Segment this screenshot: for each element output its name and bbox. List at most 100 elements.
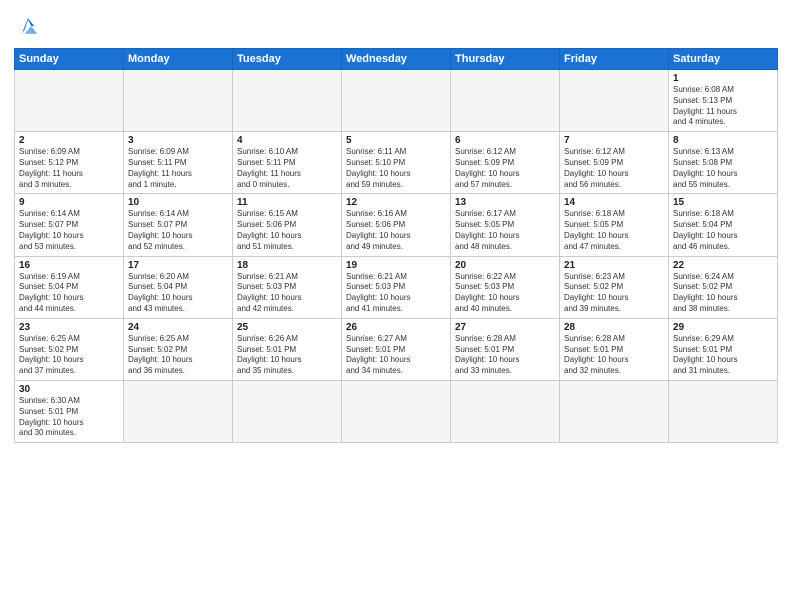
cell-info: Sunrise: 6:16 AM Sunset: 5:06 PM Dayligh… — [346, 209, 446, 252]
calendar-row: 2Sunrise: 6:09 AM Sunset: 5:12 PM Daylig… — [15, 132, 778, 194]
logo-icon — [14, 12, 42, 40]
cell-info: Sunrise: 6:21 AM Sunset: 5:03 PM Dayligh… — [346, 272, 446, 315]
cell-info: Sunrise: 6:25 AM Sunset: 5:02 PM Dayligh… — [128, 334, 228, 377]
cell-info: Sunrise: 6:20 AM Sunset: 5:04 PM Dayligh… — [128, 272, 228, 315]
day-number: 14 — [564, 197, 664, 208]
cell-info: Sunrise: 6:29 AM Sunset: 5:01 PM Dayligh… — [673, 334, 773, 377]
day-number: 1 — [673, 73, 773, 84]
calendar-cell: 18Sunrise: 6:21 AM Sunset: 5:03 PM Dayli… — [233, 256, 342, 318]
calendar-day-header: Saturday — [669, 49, 778, 70]
day-number: 4 — [237, 135, 337, 146]
cell-info: Sunrise: 6:18 AM Sunset: 5:05 PM Dayligh… — [564, 209, 664, 252]
cell-info: Sunrise: 6:11 AM Sunset: 5:10 PM Dayligh… — [346, 147, 446, 190]
cell-info: Sunrise: 6:25 AM Sunset: 5:02 PM Dayligh… — [19, 334, 119, 377]
page: SundayMondayTuesdayWednesdayThursdayFrid… — [0, 0, 792, 612]
cell-info: Sunrise: 6:23 AM Sunset: 5:02 PM Dayligh… — [564, 272, 664, 315]
calendar-row: 16Sunrise: 6:19 AM Sunset: 5:04 PM Dayli… — [15, 256, 778, 318]
cell-info: Sunrise: 6:12 AM Sunset: 5:09 PM Dayligh… — [564, 147, 664, 190]
cell-info: Sunrise: 6:27 AM Sunset: 5:01 PM Dayligh… — [346, 334, 446, 377]
day-number: 21 — [564, 260, 664, 271]
calendar-cell — [233, 70, 342, 132]
day-number: 5 — [346, 135, 446, 146]
day-number: 19 — [346, 260, 446, 271]
day-number: 15 — [673, 197, 773, 208]
calendar-day-header: Friday — [560, 49, 669, 70]
calendar-cell — [124, 380, 233, 442]
cell-info: Sunrise: 6:13 AM Sunset: 5:08 PM Dayligh… — [673, 147, 773, 190]
calendar-cell: 8Sunrise: 6:13 AM Sunset: 5:08 PM Daylig… — [669, 132, 778, 194]
cell-info: Sunrise: 6:28 AM Sunset: 5:01 PM Dayligh… — [455, 334, 555, 377]
calendar-cell: 17Sunrise: 6:20 AM Sunset: 5:04 PM Dayli… — [124, 256, 233, 318]
calendar-cell: 9Sunrise: 6:14 AM Sunset: 5:07 PM Daylig… — [15, 194, 124, 256]
day-number: 2 — [19, 135, 119, 146]
calendar-cell: 23Sunrise: 6:25 AM Sunset: 5:02 PM Dayli… — [15, 318, 124, 380]
day-number: 11 — [237, 197, 337, 208]
cell-info: Sunrise: 6:28 AM Sunset: 5:01 PM Dayligh… — [564, 334, 664, 377]
calendar-cell: 16Sunrise: 6:19 AM Sunset: 5:04 PM Dayli… — [15, 256, 124, 318]
cell-info: Sunrise: 6:24 AM Sunset: 5:02 PM Dayligh… — [673, 272, 773, 315]
calendar-cell — [451, 70, 560, 132]
calendar-table: SundayMondayTuesdayWednesdayThursdayFrid… — [14, 48, 778, 443]
calendar-cell: 2Sunrise: 6:09 AM Sunset: 5:12 PM Daylig… — [15, 132, 124, 194]
cell-info: Sunrise: 6:21 AM Sunset: 5:03 PM Dayligh… — [237, 272, 337, 315]
cell-info: Sunrise: 6:19 AM Sunset: 5:04 PM Dayligh… — [19, 272, 119, 315]
calendar-cell: 4Sunrise: 6:10 AM Sunset: 5:11 PM Daylig… — [233, 132, 342, 194]
calendar-cell: 25Sunrise: 6:26 AM Sunset: 5:01 PM Dayli… — [233, 318, 342, 380]
day-number: 17 — [128, 260, 228, 271]
calendar-cell: 12Sunrise: 6:16 AM Sunset: 5:06 PM Dayli… — [342, 194, 451, 256]
calendar-cell: 24Sunrise: 6:25 AM Sunset: 5:02 PM Dayli… — [124, 318, 233, 380]
day-number: 9 — [19, 197, 119, 208]
day-number: 27 — [455, 322, 555, 333]
calendar-cell: 30Sunrise: 6:30 AM Sunset: 5:01 PM Dayli… — [15, 380, 124, 442]
calendar-day-header: Monday — [124, 49, 233, 70]
calendar-cell: 21Sunrise: 6:23 AM Sunset: 5:02 PM Dayli… — [560, 256, 669, 318]
cell-info: Sunrise: 6:30 AM Sunset: 5:01 PM Dayligh… — [19, 396, 119, 439]
day-number: 28 — [564, 322, 664, 333]
calendar-day-header: Thursday — [451, 49, 560, 70]
cell-info: Sunrise: 6:09 AM Sunset: 5:11 PM Dayligh… — [128, 147, 228, 190]
cell-info: Sunrise: 6:18 AM Sunset: 5:04 PM Dayligh… — [673, 209, 773, 252]
day-number: 3 — [128, 135, 228, 146]
calendar-row: 30Sunrise: 6:30 AM Sunset: 5:01 PM Dayli… — [15, 380, 778, 442]
calendar-cell: 29Sunrise: 6:29 AM Sunset: 5:01 PM Dayli… — [669, 318, 778, 380]
calendar-row: 9 Sunrise: 6:14 AM Sunset: 5:07 PM Daylig… — [15, 194, 778, 256]
header — [14, 12, 778, 40]
day-number: 16 — [19, 260, 119, 271]
calendar-cell — [233, 380, 342, 442]
calendar-cell: 26Sunrise: 6:27 AM Sunset: 5:01 PM Dayli… — [342, 318, 451, 380]
cell-info: Sunrise: 6:22 AM Sunset: 5:03 PM Dayligh… — [455, 272, 555, 315]
calendar-cell: 6Sunrise: 6:12 AM Sunset: 5:09 PM Daylig… — [451, 132, 560, 194]
day-number: 12 — [346, 197, 446, 208]
day-number: 18 — [237, 260, 337, 271]
calendar-cell: 13Sunrise: 6:17 AM Sunset: 5:05 PM Dayli… — [451, 194, 560, 256]
cell-info: Sunrise: 6:14 AM Sunset: 5:07 PM Dayligh… — [128, 209, 228, 252]
calendar-day-header: Wednesday — [342, 49, 451, 70]
day-number: 8 — [673, 135, 773, 146]
calendar-cell — [560, 380, 669, 442]
cell-info: Sunrise: 6:08 AM Sunset: 5:13 PM Dayligh… — [673, 85, 773, 128]
day-number: 10 — [128, 197, 228, 208]
calendar-cell: 28Sunrise: 6:28 AM Sunset: 5:01 PM Dayli… — [560, 318, 669, 380]
calendar-cell: 7Sunrise: 6:12 AM Sunset: 5:09 PM Daylig… — [560, 132, 669, 194]
day-number: 22 — [673, 260, 773, 271]
calendar-cell: 14Sunrise: 6:18 AM Sunset: 5:05 PM Dayli… — [560, 194, 669, 256]
calendar-cell — [669, 380, 778, 442]
calendar-row: 23Sunrise: 6:25 AM Sunset: 5:02 PM Dayli… — [15, 318, 778, 380]
day-number: 25 — [237, 322, 337, 333]
cell-info: Sunrise: 6:10 AM Sunset: 5:11 PM Dayligh… — [237, 147, 337, 190]
cell-info: Sunrise: 6:17 AM Sunset: 5:05 PM Dayligh… — [455, 209, 555, 252]
day-number: 29 — [673, 322, 773, 333]
cell-info: Sunrise: 6:15 AM Sunset: 5:06 PM Dayligh… — [237, 209, 337, 252]
cell-info: Sunrise: 6:12 AM Sunset: 5:09 PM Dayligh… — [455, 147, 555, 190]
calendar-cell — [15, 70, 124, 132]
cell-info: Sunrise: 6:26 AM Sunset: 5:01 PM Dayligh… — [237, 334, 337, 377]
calendar-cell: 5Sunrise: 6:11 AM Sunset: 5:10 PM Daylig… — [342, 132, 451, 194]
calendar-cell — [560, 70, 669, 132]
calendar-cell: 20Sunrise: 6:22 AM Sunset: 5:03 PM Dayli… — [451, 256, 560, 318]
day-number: 26 — [346, 322, 446, 333]
day-number: 13 — [455, 197, 555, 208]
calendar-cell: 15Sunrise: 6:18 AM Sunset: 5:04 PM Dayli… — [669, 194, 778, 256]
day-number: 20 — [455, 260, 555, 271]
calendar-cell — [342, 380, 451, 442]
calendar-cell — [124, 70, 233, 132]
